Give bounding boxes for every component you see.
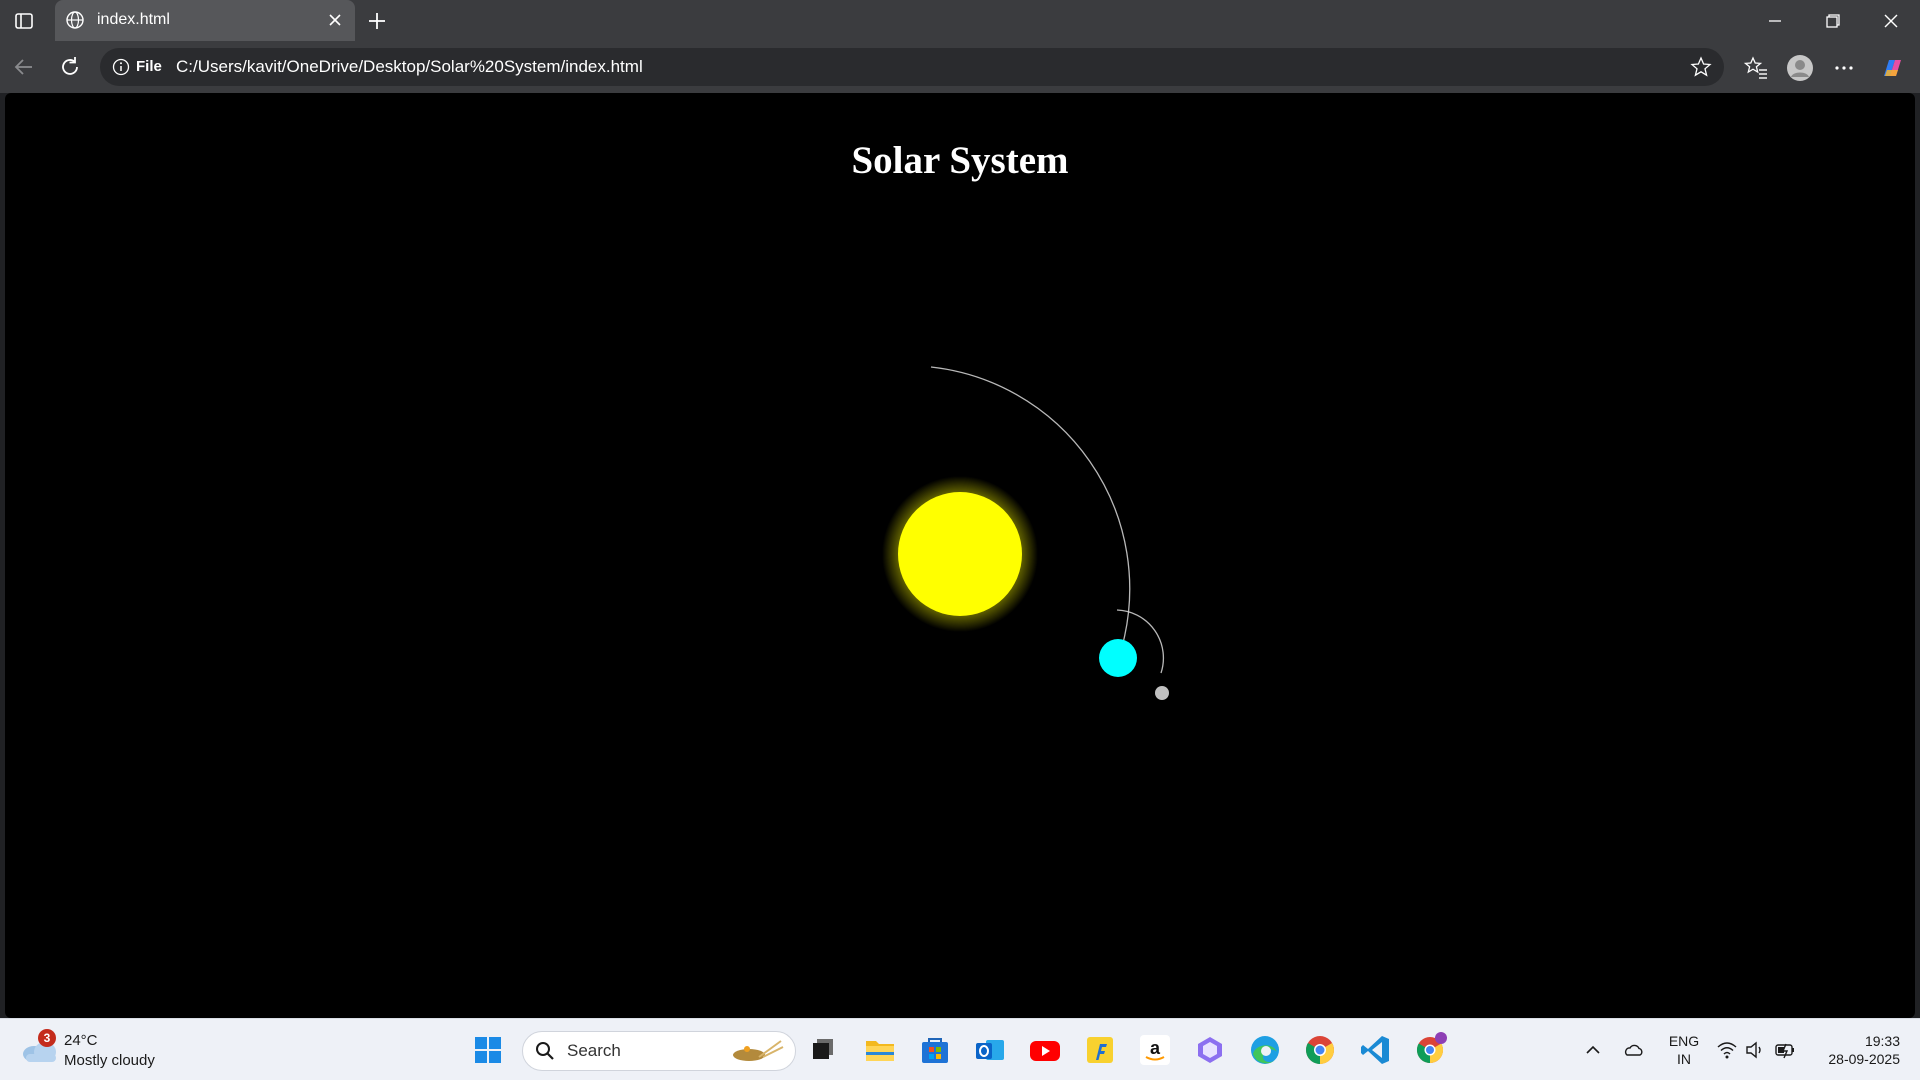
sun bbox=[898, 492, 1022, 616]
scheme-label: File bbox=[136, 58, 162, 75]
close-tab-icon[interactable] bbox=[325, 10, 345, 30]
flipkart-icon[interactable] bbox=[1082, 1032, 1118, 1068]
wifi-icon[interactable] bbox=[1716, 1039, 1738, 1061]
chrome-profile-icon[interactable] bbox=[1412, 1032, 1448, 1068]
web-page: Solar System bbox=[5, 93, 1915, 1018]
copilot-icon[interactable] bbox=[1878, 54, 1906, 82]
search-label: Search bbox=[567, 1041, 621, 1060]
minimize-icon[interactable] bbox=[1762, 8, 1788, 34]
taskbar: 3 24°C Mostly cloudy Search a ENG IN 19:… bbox=[0, 1018, 1920, 1080]
taskbar-search[interactable]: Search bbox=[522, 1031, 796, 1071]
reload-icon[interactable] bbox=[56, 53, 84, 81]
url-text[interactable]: C:/Users/kavit/OneDrive/Desktop/Solar%20… bbox=[176, 57, 643, 77]
language-code: ENG bbox=[1668, 1033, 1700, 1049]
globe-icon bbox=[66, 11, 84, 29]
region-code: IN bbox=[1677, 1051, 1691, 1067]
browser-toolbar: File C:/Users/kavit/OneDrive/Desktop/Sol… bbox=[0, 41, 1920, 93]
info-icon[interactable] bbox=[112, 58, 130, 76]
tab-active[interactable]: index.html bbox=[55, 0, 355, 41]
edge-icon[interactable] bbox=[1247, 1032, 1283, 1068]
task-view-icon[interactable] bbox=[804, 1032, 840, 1068]
tab-strip: index.html bbox=[0, 0, 1920, 41]
clock-time: 19:33 bbox=[1864, 1033, 1900, 1049]
solar-system-scene bbox=[882, 366, 1169, 700]
search-highlight-icon bbox=[733, 1040, 784, 1061]
favorites-icon[interactable] bbox=[1742, 54, 1770, 82]
back-arrow-icon[interactable] bbox=[10, 53, 38, 81]
volume-icon[interactable] bbox=[1744, 1039, 1766, 1061]
favorite-star-icon[interactable] bbox=[1690, 56, 1712, 78]
system-clock[interactable]: 19:33 28-09-2025 bbox=[1808, 1032, 1900, 1068]
file-explorer-icon[interactable] bbox=[862, 1032, 898, 1068]
outlook-icon[interactable] bbox=[972, 1032, 1008, 1068]
planet bbox=[1099, 639, 1137, 677]
windows-start-icon[interactable] bbox=[470, 1032, 506, 1068]
new-tab-icon[interactable] bbox=[364, 8, 390, 34]
search-icon bbox=[536, 1042, 554, 1060]
vscode-icon[interactable] bbox=[1357, 1032, 1393, 1068]
clock-date: 28-09-2025 bbox=[1828, 1051, 1900, 1067]
microsoft-store-icon[interactable] bbox=[917, 1032, 953, 1068]
address-bar[interactable]: File C:/Users/kavit/OneDrive/Desktop/Sol… bbox=[100, 48, 1724, 86]
profile-avatar-icon[interactable] bbox=[1786, 54, 1814, 82]
chrome-icon[interactable] bbox=[1302, 1032, 1338, 1068]
battery-icon[interactable] bbox=[1774, 1039, 1796, 1061]
more-options-icon[interactable] bbox=[1830, 54, 1858, 82]
copilot-app-icon[interactable] bbox=[1192, 1032, 1228, 1068]
weather-temperature: 24°C bbox=[64, 1032, 98, 1049]
close-window-icon[interactable] bbox=[1878, 8, 1904, 34]
tab-actions-icon[interactable] bbox=[12, 9, 36, 33]
svg-text:a: a bbox=[1150, 1038, 1161, 1058]
language-indicator[interactable]: ENG IN bbox=[1664, 1032, 1704, 1068]
amazon-icon[interactable]: a bbox=[1137, 1032, 1173, 1068]
notification-badge: 3 bbox=[38, 1029, 56, 1047]
weather-condition: Mostly cloudy bbox=[64, 1052, 155, 1069]
weather-widget[interactable]: 3 24°C Mostly cloudy bbox=[20, 1029, 220, 1071]
chevron-up-icon[interactable] bbox=[1582, 1039, 1604, 1061]
onedrive-icon[interactable] bbox=[1622, 1039, 1644, 1061]
restore-icon[interactable] bbox=[1820, 8, 1846, 34]
youtube-icon[interactable] bbox=[1027, 1032, 1063, 1068]
moon bbox=[1155, 686, 1169, 700]
tab-title: index.html bbox=[97, 11, 170, 28]
